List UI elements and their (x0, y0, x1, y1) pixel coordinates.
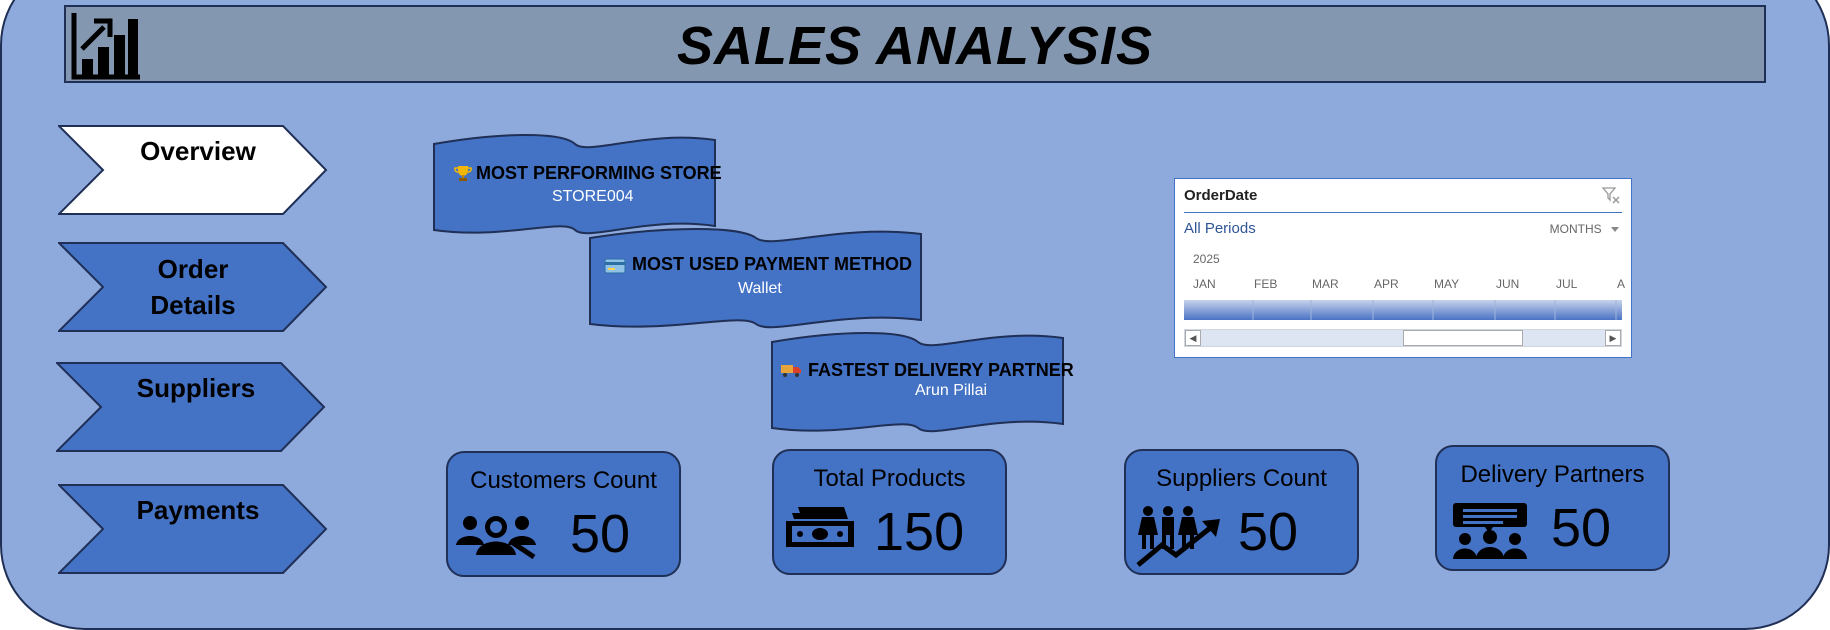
highlight-title-payment: MOST USED PAYMENT METHOD (632, 254, 913, 274)
team-chat-icon (1453, 503, 1527, 559)
scroll-left-arrow[interactable]: ◀ (1185, 330, 1201, 346)
kpi-title-suppliers: Suppliers Count (1156, 465, 1327, 492)
timeline-header: OrderDate (1184, 187, 1258, 204)
timeline-month: A (1617, 277, 1626, 291)
delivery-truck-icon (781, 365, 801, 377)
nav-label-payments: Payments (136, 495, 260, 525)
timeline-all-periods: All Periods (1184, 220, 1256, 237)
timeline-selection-bar[interactable] (1184, 300, 1622, 320)
title-bar: SALES ANALYSIS (64, 5, 1766, 83)
nav-label-overview: Overview (140, 136, 256, 166)
timeline-month: MAR (1312, 277, 1339, 291)
kpi-value-suppliers: 50 (1238, 502, 1299, 562)
timeline-month: APR (1374, 277, 1399, 291)
timeline-month: JAN (1193, 277, 1216, 291)
timeline-month-labels: JAN FEB MAR APR MAY JUN JUL A (1184, 277, 1626, 293)
kpi-title-products: Total Products (813, 465, 966, 492)
nav-button-overview[interactable]: Overview (58, 125, 328, 215)
nav-button-order-details[interactable]: Order Details (58, 242, 328, 332)
highlight-banner-delivery: FASTEST DELIVERY PARTNER Arun Pillai (770, 328, 1074, 440)
timeline-month: JUL (1556, 277, 1578, 291)
credit-card-icon (604, 258, 626, 274)
kpi-title-delivery: Delivery Partners (1460, 461, 1645, 488)
highlight-title-store: MOST PERFORMING STORE (476, 163, 722, 183)
timeline-month: JUN (1496, 277, 1520, 291)
scroll-right-arrow[interactable]: ▶ (1605, 330, 1621, 346)
timeline-month: MAY (1434, 277, 1460, 291)
highlight-banner-payment: MOST USED PAYMENT METHOD Wallet (588, 224, 923, 336)
nav-button-suppliers[interactable]: Suppliers (56, 362, 326, 452)
kpi-title-customers: Customers Count (470, 467, 657, 494)
page-title: SALES ANALYSIS (676, 16, 1154, 76)
kpi-card-suppliers: Suppliers Count 50 (1124, 449, 1359, 575)
highlight-title-delivery: FASTEST DELIVERY PARTNER (808, 360, 1074, 380)
timeline-month: FEB (1254, 277, 1278, 291)
highlight-value-payment: Wallet (738, 280, 782, 297)
kpi-card-customers: Customers Count 50 (446, 451, 681, 577)
orderdate-timeline-slicer[interactable]: OrderDate All Periods MONTHS 2025 JAN FE… (1174, 178, 1632, 358)
nav-button-payments[interactable]: Payments (58, 484, 328, 574)
kpi-value-delivery: 50 (1551, 498, 1612, 558)
customers-group-icon (456, 516, 536, 559)
timeline-year: 2025 (1193, 252, 1220, 266)
scrollbar-thumb[interactable] (1403, 330, 1523, 346)
clear-filter-icon[interactable] (1601, 185, 1621, 205)
highlight-value-store: STORE004 (552, 188, 634, 205)
people-growth-icon (1136, 506, 1220, 567)
timeline-scrollbar[interactable]: ◀ ▶ (1184, 329, 1622, 347)
nav-label-order-details: Order Details (150, 254, 236, 320)
kpi-value-products: 150 (874, 502, 965, 562)
trophy-icon (454, 166, 472, 181)
kpi-card-delivery: Delivery Partners 50 (1435, 445, 1670, 571)
highlight-value-delivery: Arun Pillai (915, 382, 988, 399)
kpi-value-customers: 50 (570, 504, 631, 564)
nav-label-suppliers: Suppliers (136, 373, 256, 403)
chevron-down-icon (1611, 227, 1619, 233)
timeline-level-label: MONTHS (1549, 222, 1602, 236)
timeline-header-divider (1184, 212, 1622, 213)
kpi-card-products: Total Products 150 (772, 449, 1007, 575)
timeline-level-dropdown[interactable]: MONTHS (1550, 222, 1619, 236)
money-stack-icon (786, 507, 854, 547)
